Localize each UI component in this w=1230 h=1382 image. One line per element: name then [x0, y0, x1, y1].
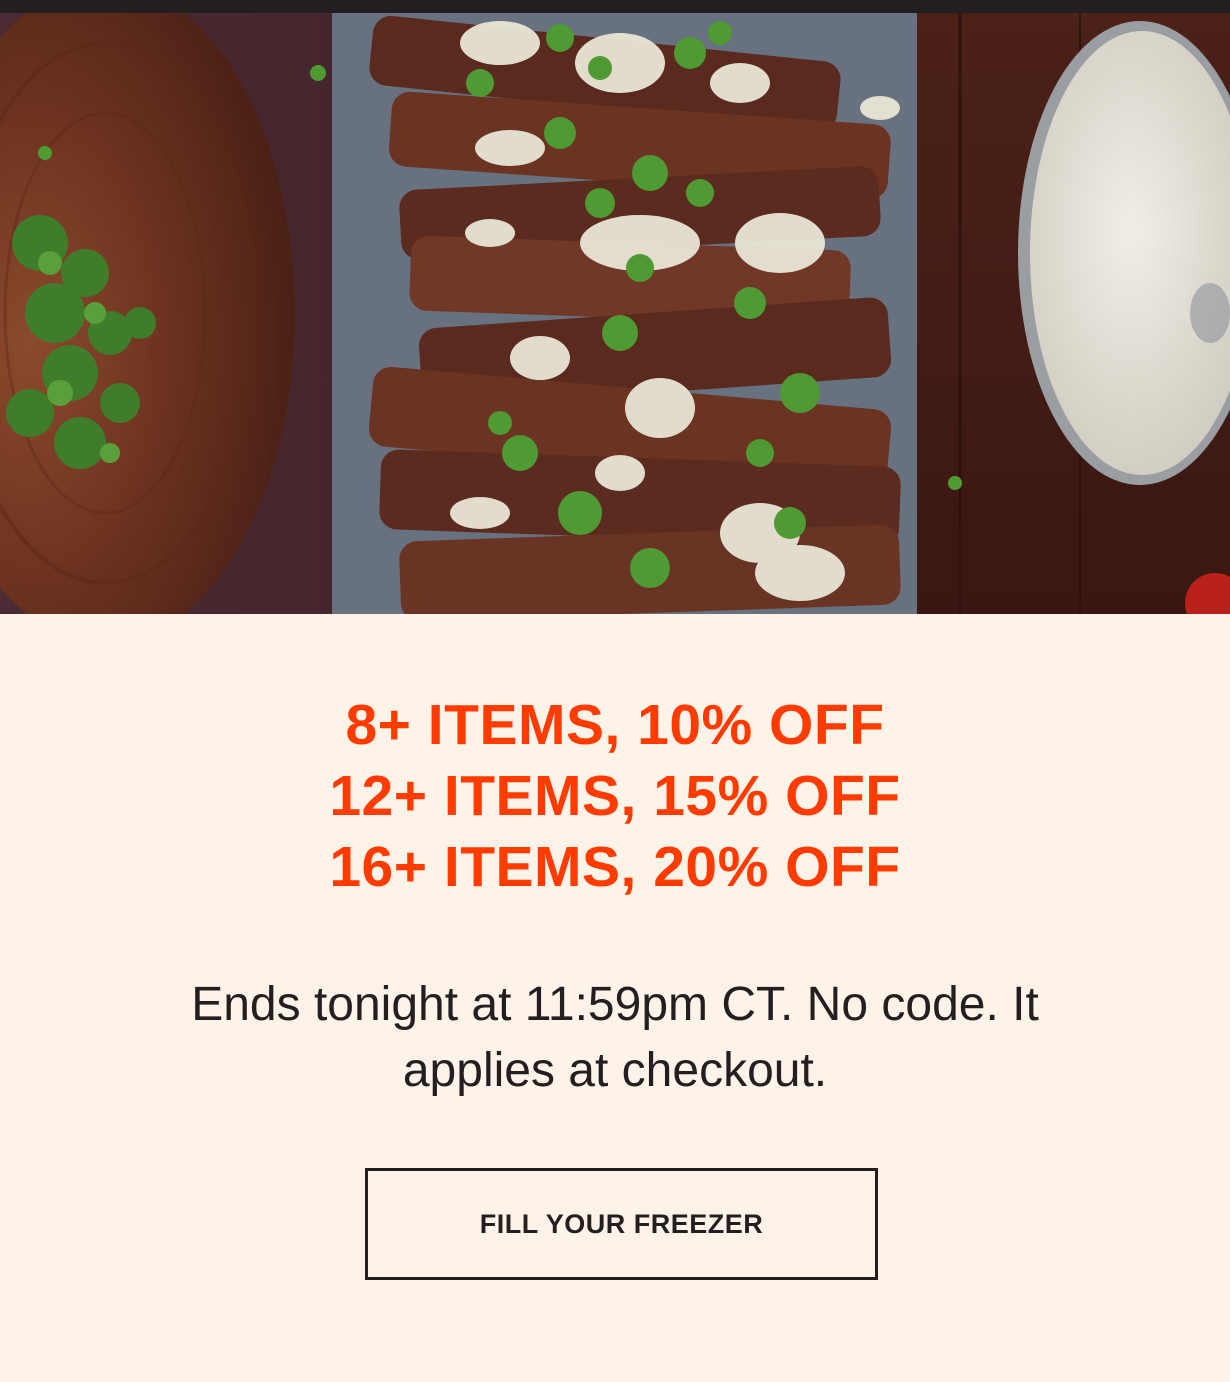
promo-content: 8+ ITEMS, 10% OFF 12+ ITEMS, 15% OFF 16+…: [0, 614, 1230, 1382]
offer-tier-2: 12+ ITEMS, 15% OFF: [329, 764, 901, 828]
top-bar: [0, 0, 1230, 13]
offer-tier-3: 16+ ITEMS, 20% OFF: [329, 835, 901, 899]
grilled-ribs-photo-icon: [0, 13, 1230, 614]
fill-your-freezer-button[interactable]: FILL YOUR FREEZER: [365, 1168, 878, 1280]
promo-note: Ends tonight at 11:59pm CT. No code. It …: [191, 978, 1039, 1097]
hero-image: [0, 13, 1230, 614]
offer-list: 8+ ITEMS, 10% OFF 12+ ITEMS, 15% OFF 16+…: [0, 690, 1230, 903]
offer-tier-1: 8+ ITEMS, 10% OFF: [345, 693, 885, 757]
